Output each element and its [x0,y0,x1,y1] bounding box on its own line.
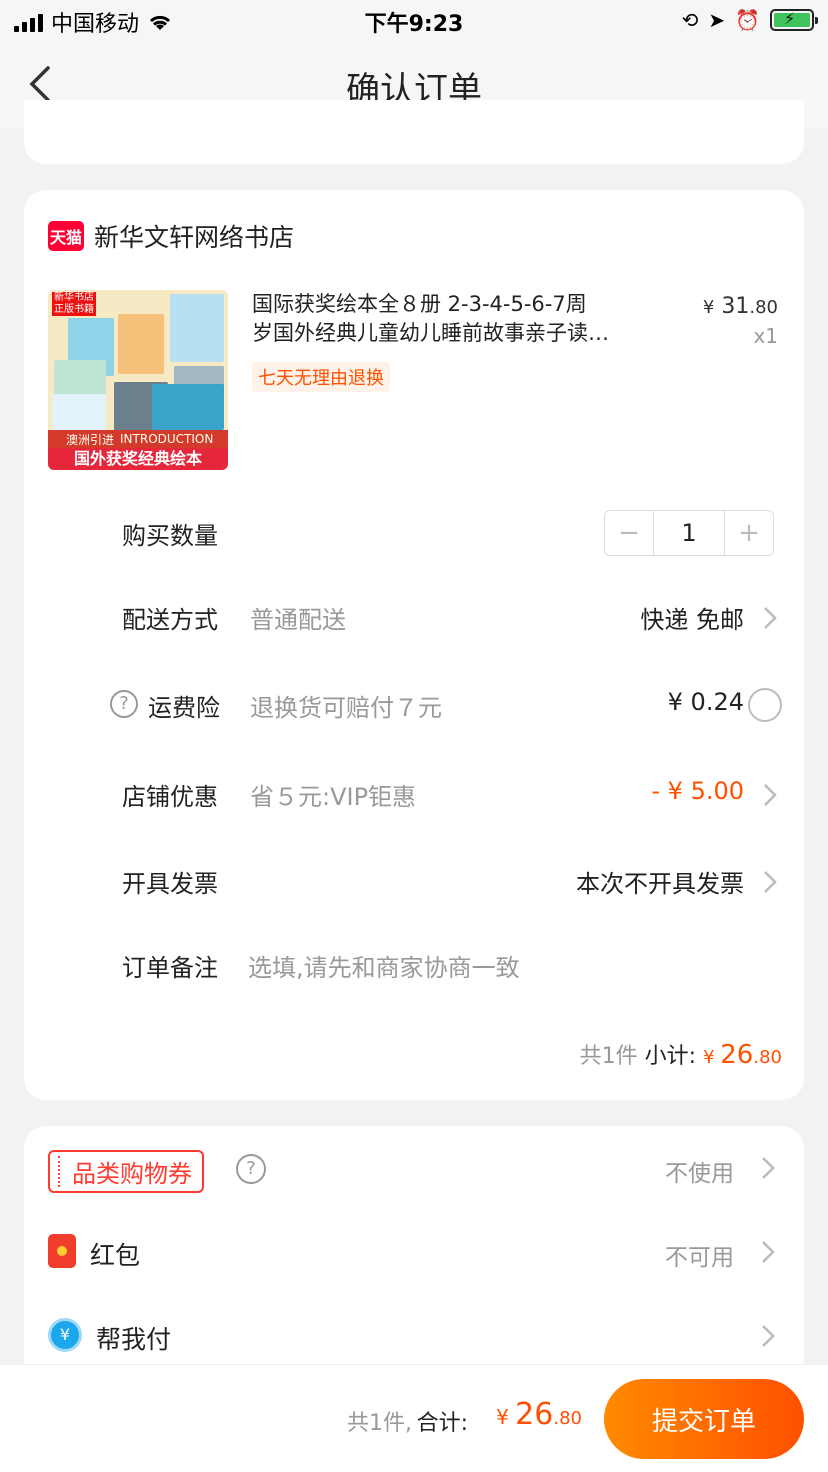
note-row: 订单备注 选填,请先和商家协商一致 [122,948,804,988]
decrement-button[interactable]: − [605,511,653,555]
chevron-right-icon [762,868,778,896]
shop-name: 新华文轩网络书店 [94,223,295,252]
chevron-right-icon [760,1238,776,1266]
thumb-intro-en: INTRODUCTION [120,432,214,446]
product-price: ¥ 31.80 [703,294,778,319]
book-cover-2 [118,314,164,374]
quantity-label: 购买数量 [122,522,218,550]
chevron-right-icon [760,1322,776,1350]
quantity-value[interactable]: 1 [653,511,725,555]
location-icon: ➤ [708,8,726,32]
insurance-radio[interactable] [748,688,782,722]
help-icon[interactable]: ? [236,1154,266,1184]
total-label: 合计: [416,1411,468,1436]
total-yen: ¥ [496,1405,516,1429]
total-price: ¥ 26.80 [496,1397,582,1432]
product-thumb-sub: 澳洲引进 INTRODUCTION [48,430,228,448]
subtotal-count: 共1件 [579,1044,638,1069]
category-coupon-value[interactable]: 不使用 [665,1154,734,1188]
product-title[interactable]: 国际获奖绘本全８册 2-3-4-5-6-7周 岁国外经典儿童幼儿睡前故事亲子读… [252,290,672,348]
shop-card: 天猫 新华文轩网络书店 新华书店 正版书籍 澳洲引进 INTRODUCTION 国… [24,190,804,1100]
delivery-value: 快递 免邮 [640,606,744,634]
product-title-line2: 岁国外经典儿童幼儿睡前故事亲子读… [252,321,609,345]
discount-value: - ¥ 5.00 [651,777,744,805]
subtotal-label: 小计: [644,1044,697,1069]
shop-header[interactable]: 天猫 新华文轩网络书店 [48,218,294,254]
total-int: 26 [515,1397,554,1432]
product-price-int: 31 [714,294,750,319]
total-count: 共1件, [347,1411,412,1436]
product-price-dec: .80 [749,297,778,318]
product-thumb-logo: 新华书店 正版书籍 [52,292,96,316]
discount-hint: 省５元:VIP钜惠 [250,783,417,811]
discount-label: 店铺优惠 [122,783,218,811]
delivery-hint: 普通配送 [250,606,346,634]
subtotal-yen: ¥ [703,1047,721,1068]
invoice-row[interactable]: 开具发票 本次不开具发票 [122,864,804,904]
battery-icon: ⚡ [770,9,818,31]
red-packet-value[interactable]: 不可用 [665,1238,734,1272]
tmall-logo-icon: 天猫 [48,221,84,251]
subtotal-int: 26 [720,1040,754,1070]
product-qty: x1 [753,324,778,348]
book-cover-8 [152,384,224,430]
help-pay-label[interactable]: 帮我付 [96,1320,171,1356]
chevron-right-icon [760,1154,776,1182]
chevron-right-icon [762,781,778,809]
insurance-label: 运费险 [148,694,220,722]
insurance-value: ¥ 0.24 [667,688,744,716]
discount-row[interactable]: 店铺优惠 省５元:VIP钜惠 - ¥ 5.00 [122,777,804,817]
product-title-line1: 国际获奖绘本全８册 2-3-4-5-6-7周 [252,292,587,316]
insurance-row[interactable]: 运费险 退换货可赔付７元 ¥ 0.24 [122,688,804,728]
status-bar: 中国移动 下午9:23 ⟲ ➤ ⏰ ⚡ [0,0,828,44]
product-thumbnail[interactable]: 新华书店 正版书籍 澳洲引进 INTRODUCTION 国外获奖经典绘本 [48,290,228,470]
status-right: ⟲ ➤ ⏰ ⚡ [681,8,818,32]
product-thumb-banner: 国外获奖经典绘本 [48,448,228,470]
address-card[interactable] [24,100,804,164]
note-input[interactable]: 选填,请先和商家协商一致 [248,948,520,983]
subtotal: 共1件 小计: ¥ 26.80 [580,1038,782,1070]
red-packet-label: 红包 [90,1241,141,1270]
invoice-value: 本次不开具发票 [576,870,744,898]
product-price-yen: ¥ [702,297,715,318]
red-packet-icon [48,1234,76,1268]
chevron-right-icon [762,604,778,632]
book-cover-3 [170,294,224,362]
submit-order-button[interactable]: 提交订单 [604,1379,804,1459]
yen-icon: ¥ [48,1318,82,1352]
subtotal-dec: .80 [753,1047,782,1068]
invoice-label: 开具发票 [122,870,218,898]
thumb-intro: 澳洲引进 [66,432,115,447]
rotation-lock-icon: ⟲ [681,8,699,32]
increment-button[interactable]: + [725,511,773,555]
delivery-row[interactable]: 配送方式 普通配送 快递 免邮 [122,600,804,640]
insurance-hint: 退换货可赔付７元 [250,694,442,722]
total-dec: .80 [553,1408,582,1429]
quantity-stepper[interactable]: − 1 + [604,510,774,556]
category-coupon-tag: 品类购物券 [48,1150,204,1193]
bottom-bar: 共1件, 合计: ¥ 26.80 提交订单 [0,1364,828,1472]
subtotal-price: ¥ 26.80 [703,1040,782,1070]
note-label: 订单备注 [122,954,218,982]
delivery-label: 配送方式 [122,606,218,634]
return-policy-badge: 七天无理由退换 [252,362,390,392]
alarm-icon: ⏰ [735,8,760,32]
